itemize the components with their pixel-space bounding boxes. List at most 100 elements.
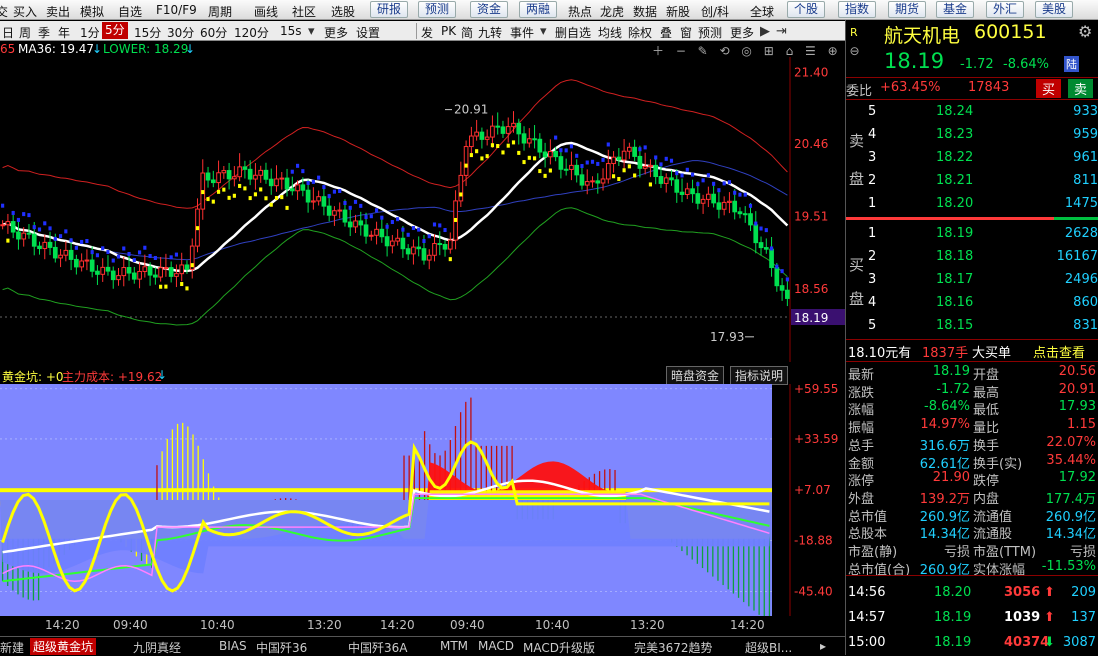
sell-button[interactable]: 卖 xyxy=(1068,79,1094,98)
stat-value: 22.07% xyxy=(1046,434,1096,450)
menu-community[interactable]: 社区 xyxy=(292,3,316,20)
period-week[interactable]: 周 xyxy=(19,24,31,41)
menu-period[interactable]: 周期 xyxy=(208,3,232,20)
btn-jiuzhuan[interactable]: 九转 xyxy=(478,24,502,41)
period-quarter[interactable]: 季 xyxy=(38,24,50,41)
btn-event[interactable]: 事件 xyxy=(510,24,534,41)
stat-label: 换手(实) xyxy=(973,456,1023,472)
candle-body xyxy=(279,177,285,180)
menu-global[interactable]: 全球 xyxy=(750,3,774,20)
tab-jiuyin[interactable]: 九阴真经 xyxy=(133,639,181,656)
btn-forex[interactable]: 外汇 xyxy=(986,1,1025,18)
sar-dot xyxy=(48,226,52,231)
menu-screener[interactable]: 选股 xyxy=(331,3,355,20)
menu-f10[interactable]: F10/F9 xyxy=(156,3,197,17)
btn-pk[interactable]: PK xyxy=(441,24,456,38)
menu-buy[interactable]: 买入 xyxy=(13,3,37,20)
more-button[interactable]: 更多 xyxy=(324,24,348,41)
candle-body xyxy=(479,131,485,140)
candle-body xyxy=(221,170,227,174)
btn-research[interactable]: 研报 xyxy=(370,1,409,18)
menu-sell[interactable]: 卖出 xyxy=(46,3,70,20)
period-30min[interactable]: 30分 xyxy=(167,24,194,41)
btn-forecast[interactable]: 预测 xyxy=(418,1,457,18)
candle-body xyxy=(574,164,580,176)
sar-dot xyxy=(633,173,637,178)
menu-data[interactable]: 数据 xyxy=(633,3,657,20)
tab-new[interactable]: 新建 xyxy=(0,639,24,656)
btn-simple[interactable]: 简 xyxy=(461,24,473,41)
candle-body xyxy=(216,172,221,184)
btn-margin[interactable]: 两融 xyxy=(519,1,558,18)
chevron-down-icon[interactable]: ▾ xyxy=(540,24,547,39)
period-15s[interactable]: 15s xyxy=(280,24,302,38)
buy-button[interactable]: 买 xyxy=(1036,79,1062,98)
more-button-2[interactable]: 更多 xyxy=(730,24,754,41)
menu-ipo[interactable]: 新股 xyxy=(666,3,690,20)
btn-futures[interactable]: 期货 xyxy=(888,1,927,18)
menu-chinext[interactable]: 创/科 xyxy=(701,3,729,20)
arrow-down-icon: ↓ xyxy=(92,42,103,56)
period-15min[interactable]: 15分 xyxy=(134,24,161,41)
tab-super-bi[interactable]: 超级BI... xyxy=(745,639,792,656)
btn-predict[interactable]: 预测 xyxy=(698,24,722,41)
indicator-chart[interactable]: +59.55 +33.59 +7.07 -18.88 -45.40 xyxy=(0,384,845,616)
sar-dot xyxy=(517,150,521,155)
period-year[interactable]: 年 xyxy=(58,24,70,41)
btn-us-stocks[interactable]: 美股 xyxy=(1035,1,1074,18)
tab-j36[interactable]: 中国歼36 xyxy=(256,639,307,656)
tab-mtm[interactable]: MTM xyxy=(440,639,468,653)
menu-dragon[interactable]: 龙虎 xyxy=(600,3,624,20)
btn-remove-watch[interactable]: 删自选 xyxy=(555,24,591,41)
btn-index[interactable]: 指数 xyxy=(838,1,877,18)
btn-overlay[interactable]: 叠 xyxy=(660,24,672,41)
btn-exright[interactable]: 除权 xyxy=(628,24,652,41)
period-120min[interactable]: 120分 xyxy=(234,24,269,41)
dark-fund-button[interactable]: 暗盘资金 xyxy=(666,366,725,385)
candlestick-chart[interactable]: 20.91 17.93 21.40 20.46 19.51 18.56 18.19 xyxy=(0,57,845,362)
tab-bias[interactable]: BIAS xyxy=(219,639,247,653)
period-1min[interactable]: 1分 xyxy=(80,24,100,41)
period-5min[interactable]: 5分 xyxy=(102,22,128,39)
gear-icon[interactable]: ⚙ xyxy=(1078,22,1092,41)
candle-body xyxy=(158,267,163,278)
indicator-help-button[interactable]: 指标说明 xyxy=(730,366,789,385)
tab-macd[interactable]: MACD xyxy=(478,639,514,653)
btn-funds[interactable]: 资金 xyxy=(470,1,509,18)
candle-body xyxy=(653,164,659,178)
pin-icon[interactable]: ▶ xyxy=(760,24,770,39)
sar-dot xyxy=(638,147,642,152)
sar-dot xyxy=(743,192,747,197)
sar-dot xyxy=(417,227,421,232)
stat-value: 14.34亿 xyxy=(1045,527,1096,543)
stat-value: 亏损 xyxy=(943,545,970,560)
scroll-right-icon[interactable]: ▸ xyxy=(820,639,826,653)
sar-dot xyxy=(37,227,42,232)
btn-fa[interactable]: 发 xyxy=(421,24,433,41)
settings-button[interactable]: 设置 xyxy=(356,24,380,41)
btn-ma[interactable]: 均线 xyxy=(598,24,622,41)
tab-macd-upgrade[interactable]: MACD升级版 xyxy=(523,639,595,656)
btn-window[interactable]: 窗 xyxy=(680,24,692,41)
sar-dot xyxy=(374,208,379,213)
menu-watchlist[interactable]: 自选 xyxy=(118,3,142,20)
menu-simulate[interactable]: 模拟 xyxy=(80,3,104,20)
btn-stock[interactable]: 个股 xyxy=(787,1,826,18)
period-day[interactable]: 日 xyxy=(2,24,14,41)
expand-icon[interactable]: ⇥ xyxy=(776,24,787,39)
candle-body xyxy=(263,169,269,180)
period-60min[interactable]: 60分 xyxy=(200,24,227,41)
indicator-tick: +7.07 xyxy=(794,483,831,497)
candle-body xyxy=(337,209,343,212)
tab-perfect3672[interactable]: 完美3672趋势 xyxy=(634,639,713,656)
menu-draw[interactable]: 画线 xyxy=(254,3,278,20)
menu-hot[interactable]: 热点 xyxy=(568,3,592,20)
banner-link[interactable]: 点击查看 xyxy=(1033,342,1085,361)
big-order-banner[interactable]: 18.10元有 1837手 大买单 点击查看 xyxy=(846,342,1098,361)
menu-trade[interactable]: 交 xyxy=(0,3,8,20)
chevron-down-icon[interactable]: ▾ xyxy=(308,24,315,39)
btn-fund[interactable]: 基金 xyxy=(936,1,975,18)
candle-body xyxy=(205,172,211,181)
tab-super-golden-pit[interactable]: 超级黄金坑 xyxy=(30,638,97,655)
tab-j36a[interactable]: 中国歼36A xyxy=(348,639,407,656)
